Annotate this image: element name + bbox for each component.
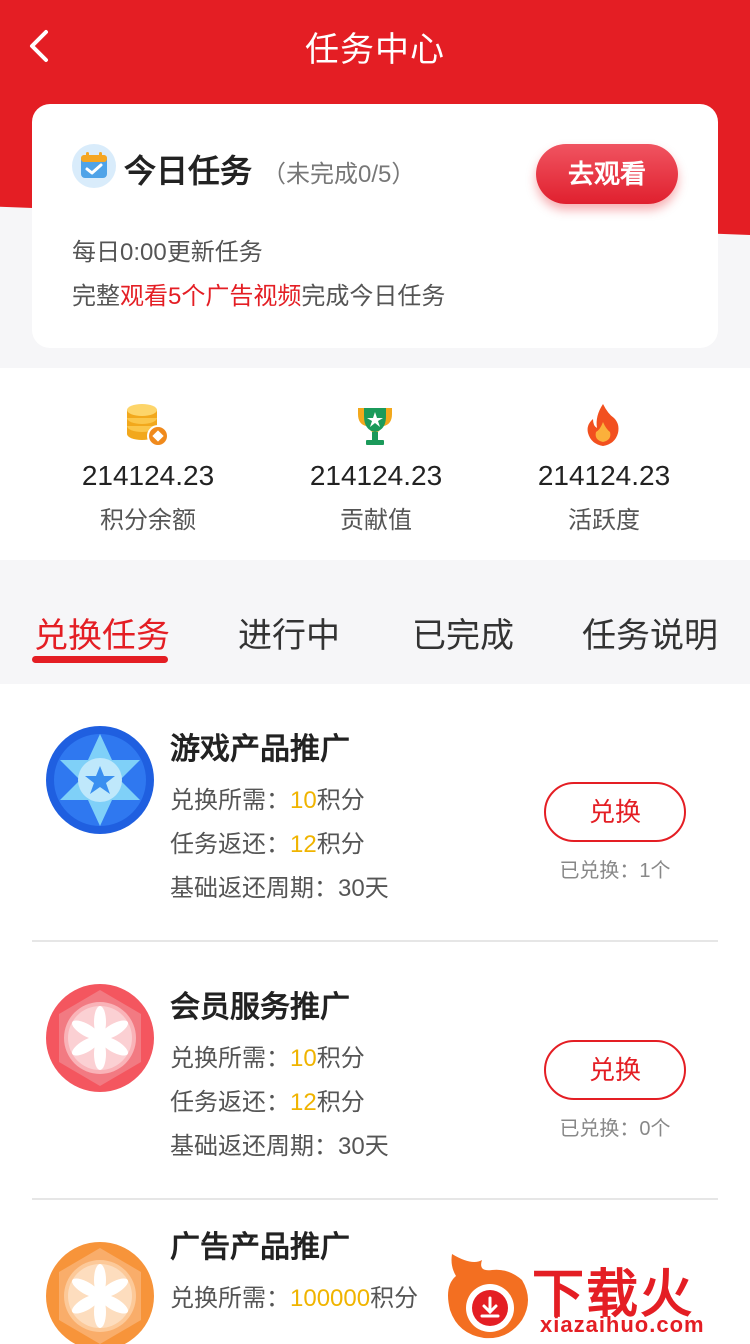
today-task-card: 今日任务 （未完成0/5） 去观看 每日0:00更新任务 完整观看5个广告视频完…	[32, 104, 718, 348]
go-watch-button[interactable]: 去观看	[536, 144, 678, 204]
active-tab-indicator	[32, 656, 168, 663]
task-update-note: 每日0:00更新任务	[72, 239, 263, 266]
exchange-button[interactable]: 兑换	[544, 1040, 686, 1100]
item-name: 广告产品推广	[170, 1231, 350, 1264]
stat-label: 活跃度	[568, 507, 640, 534]
stat-label: 积分余额	[100, 507, 196, 534]
item-cost-label: 兑换所需：	[170, 1285, 290, 1312]
item-cost: 兑换所需：10积分	[170, 1038, 365, 1073]
stat-label: 贡献值	[340, 507, 412, 534]
task-requirement-note: 完整观看5个广告视频完成今日任务	[72, 276, 445, 311]
item-return-unit: 积分	[316, 831, 365, 858]
tab-in-progress[interactable]: 进行中	[238, 608, 340, 657]
stat-value: 214124.23	[81, 460, 215, 491]
item-cost-value: 100000	[290, 1285, 371, 1312]
exchange-task-list: 游戏产品推广 兑换所需：10积分 任务返还：12积分 基础返还周期：30天 兑换…	[0, 684, 750, 1344]
task-tabs: 兑换任务 进行中 已完成 任务说明	[0, 562, 750, 684]
tab-exchange-tasks[interactable]: 兑换任务	[34, 608, 170, 657]
item-return-label: 任务返还：	[170, 1089, 290, 1116]
exchanged-count: 已兑换：0个	[559, 1118, 671, 1140]
today-task-progress: （未完成0/5）	[262, 161, 416, 188]
item-cost-value: 10	[290, 1045, 317, 1072]
page-title: 任务中心	[305, 31, 445, 69]
watermark-logo: 下载火 xiazaihuo.com	[442, 1246, 750, 1344]
exchanged-count: 已兑换：1个	[559, 860, 671, 882]
blue-star-badge-icon	[46, 726, 154, 834]
stat-value: 214124.23	[309, 460, 443, 491]
item-cost-unit: 积分	[370, 1285, 419, 1312]
trophy-icon	[358, 408, 392, 445]
today-task-title: 今日任务	[124, 153, 253, 189]
coins-icon	[127, 404, 169, 447]
item-name: 会员服务推广	[170, 991, 350, 1024]
item-cost-label: 兑换所需：	[170, 1045, 290, 1072]
item-cost-label: 兑换所需：	[170, 787, 290, 814]
item-return-value: 12	[290, 1089, 317, 1116]
item-cost-value: 10	[290, 787, 317, 814]
orange-flower-badge-icon	[46, 1242, 154, 1344]
stat-points-balance: 214124.23 积分余额	[34, 368, 262, 560]
stats-panel: 214124.23 积分余额 214124.23 贡献值 214124.23 活…	[0, 368, 750, 560]
exchange-button[interactable]: 兑换	[544, 782, 686, 842]
item-cost-unit: 积分	[316, 1045, 365, 1072]
item-return-value: 12	[290, 831, 317, 858]
stat-activity: 214124.23 活跃度	[490, 368, 718, 560]
list-item: 会员服务推广 兑换所需：10积分 任务返还：12积分 基础返还周期：30天 兑换…	[0, 942, 750, 1200]
watermark-url: xiazaihuo.com	[540, 1312, 705, 1337]
stat-contribution: 214124.23 贡献值	[262, 368, 490, 560]
item-cost-unit: 积分	[316, 787, 365, 814]
tab-completed[interactable]: 已完成	[412, 608, 514, 657]
flame-logo-icon	[448, 1254, 528, 1339]
item-name: 游戏产品推广	[170, 733, 350, 766]
item-period: 基础返还周期：30天	[170, 1133, 389, 1160]
red-flower-badge-icon	[46, 984, 154, 1092]
item-return-label: 任务返还：	[170, 831, 290, 858]
task-requirement-post: 完成今日任务	[301, 283, 446, 310]
task-requirement-pre: 完整	[72, 283, 120, 310]
task-center-page: 任务中心 今日任务 （未完成0/5） 去观看 每日0:00更新任务 完整观看5个…	[0, 0, 750, 1344]
item-cost: 兑换所需：100000积分	[170, 1278, 418, 1313]
item-return-unit: 积分	[316, 1089, 365, 1116]
nav-bar: 任务中心	[0, 0, 750, 92]
list-item: 游戏产品推广 兑换所需：10积分 任务返还：12积分 基础返还周期：30天 兑换…	[0, 684, 750, 942]
item-period: 基础返还周期：30天	[170, 875, 389, 902]
item-cost: 兑换所需：10积分	[170, 780, 365, 815]
tab-task-instructions[interactable]: 任务说明	[582, 608, 718, 657]
flame-icon	[587, 404, 619, 446]
item-return: 任务返还：12积分	[170, 1082, 365, 1117]
task-requirement-highlight: 观看5个广告视频	[120, 283, 302, 310]
calendar-check-icon	[72, 144, 116, 188]
stat-value: 214124.23	[537, 460, 671, 491]
item-return: 任务返还：12积分	[170, 824, 365, 859]
